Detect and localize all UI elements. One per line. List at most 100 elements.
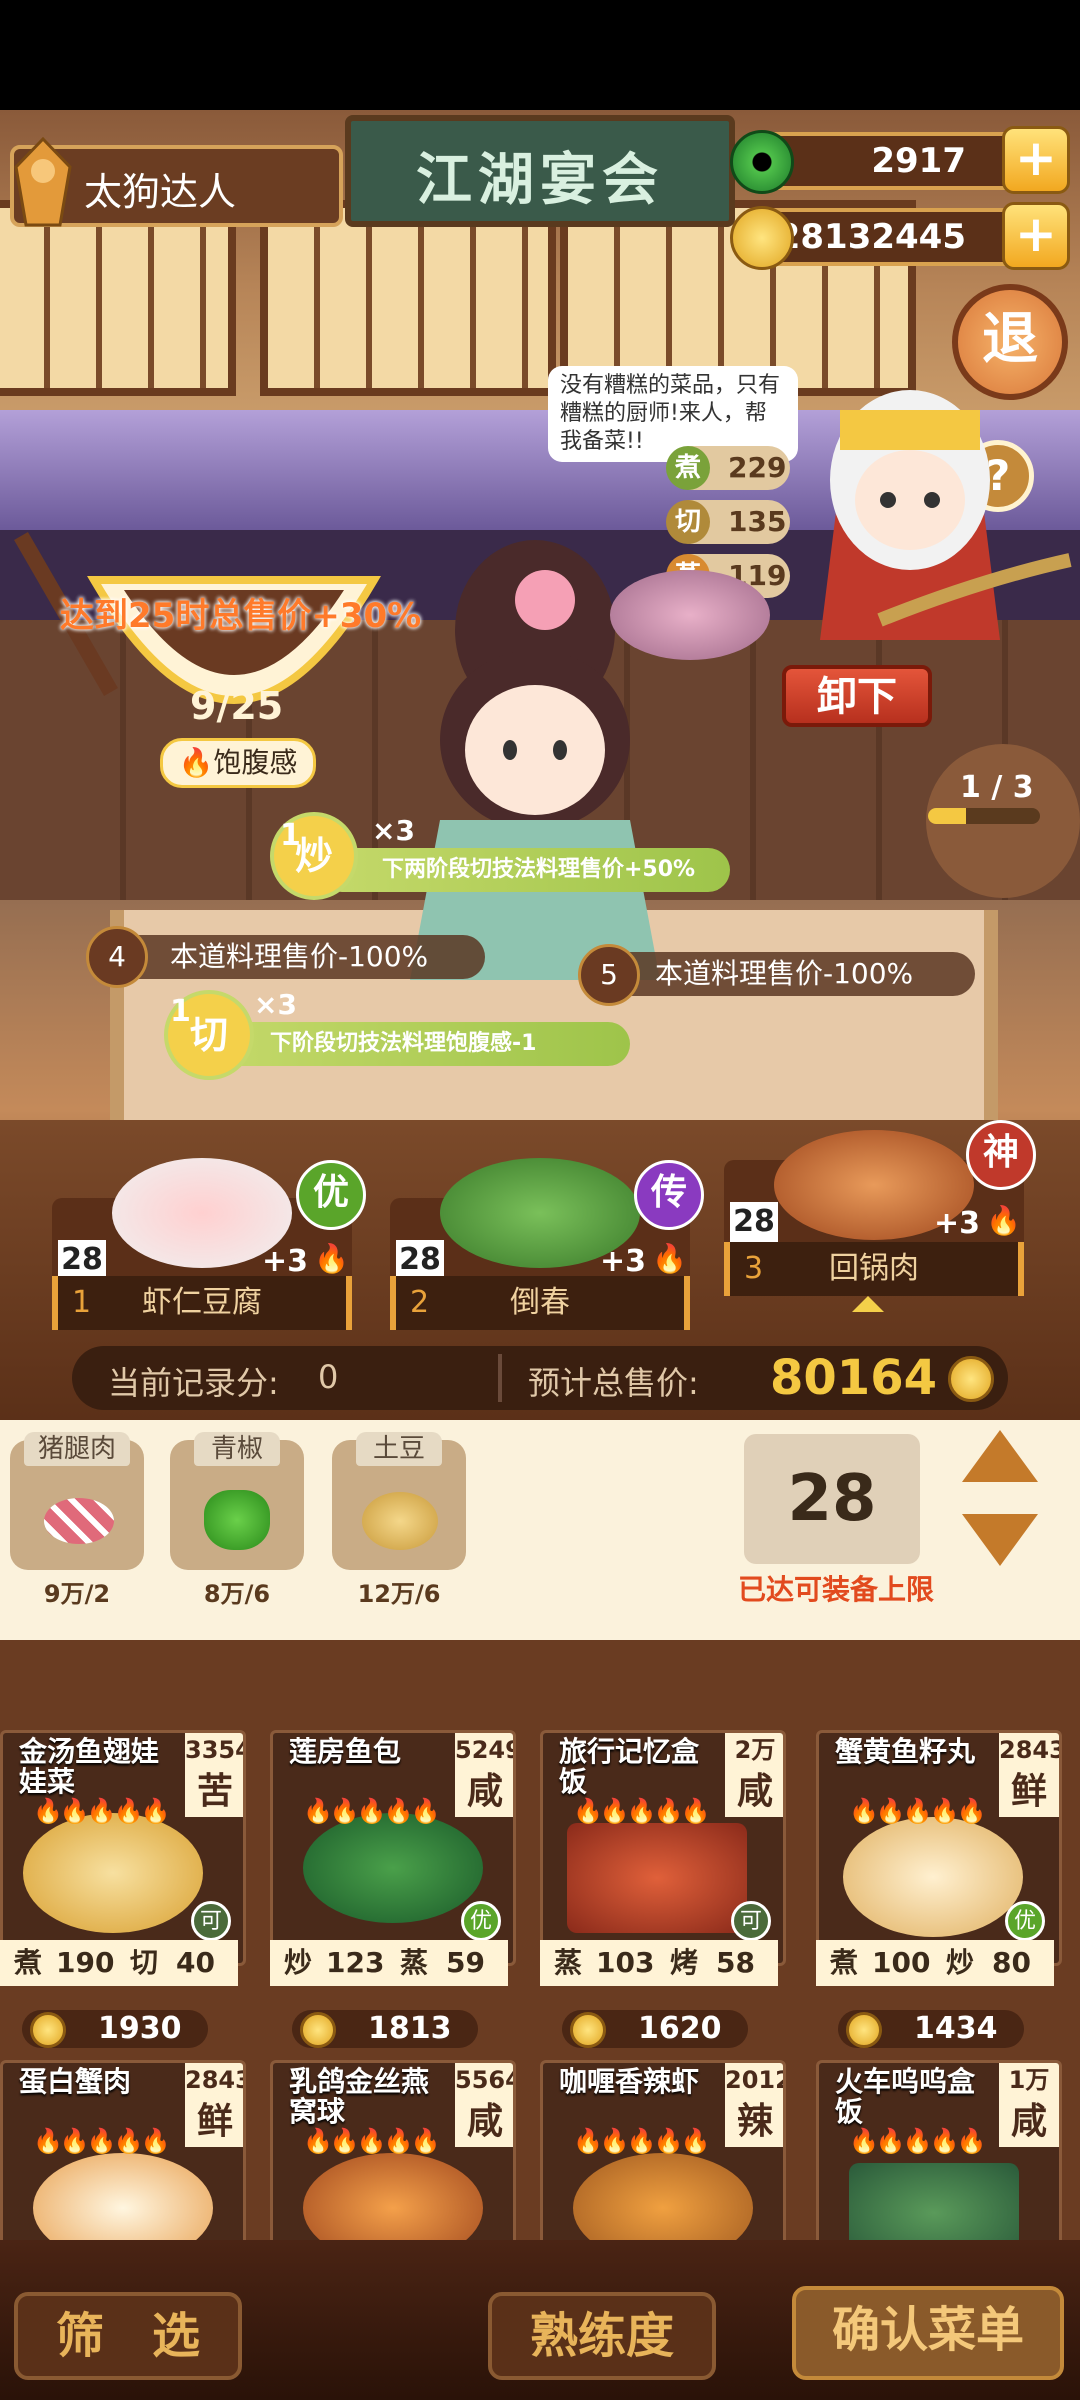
cut-multiplier: ×3 <box>254 988 297 1021</box>
recipe-3-skill1-value: 103 <box>596 1946 655 1979</box>
dish-2-name: 倒春 <box>510 1285 570 1320</box>
recipe-3-skill2: 烤 <box>670 1946 699 1979</box>
window-left <box>0 200 236 396</box>
player-name: 太狗达人 <box>84 170 237 214</box>
total-price-label: 预计总售价: <box>528 1364 699 1402</box>
dish-3-index: 3 <box>744 1251 764 1286</box>
chef-stat-cut-badge: 切 <box>666 500 710 544</box>
ingredient-potato-name: 土豆 <box>356 1432 442 1466</box>
recipe-3-name: 旅行记忆盒饭 <box>559 1735 700 1798</box>
ingredient-green-pepper[interactable]: 青椒 <box>170 1432 304 1570</box>
level-up-arrow-icon[interactable] <box>962 1430 1038 1482</box>
recipe-card-2[interactable]: 莲房鱼包 5249 咸 🔥🔥🔥🔥🔥 优 <box>270 1730 516 1966</box>
recipe-2-taste: 咸 <box>455 1767 513 1817</box>
recipe-2-image <box>303 1813 483 1923</box>
recipe-7-image <box>573 2153 753 2243</box>
effect-cut-buff: 下阶段切技法料理饱腹感-1 <box>210 1022 630 1066</box>
recipe-6-price: 5564 <box>455 2063 513 2097</box>
recipe-card-4[interactable]: 蟹黄鱼籽丸 2843 鲜 🔥🔥🔥🔥🔥 优 <box>816 1730 1062 1966</box>
recipe-card-6[interactable]: 乳鸽金丝燕窝球 5564 咸 🔥🔥🔥🔥🔥 <box>270 2060 516 2246</box>
recipe-5-taste: 鲜 <box>185 2097 243 2147</box>
jade-amount: 2917 <box>871 141 966 181</box>
recipe-card-8[interactable]: 火车呜呜盒饭 1万 咸 🔥🔥🔥🔥🔥 <box>816 2060 1062 2246</box>
recipe-card-5[interactable]: 蛋白蟹肉 2843 鲜 🔥🔥🔥🔥🔥 <box>0 2060 246 2246</box>
recipe-4-sell-value: 1434 <box>914 2011 998 2046</box>
dish-2-bonus: +3 <box>600 1244 647 1279</box>
effect-stir-fry-text: 下两阶段切技法料理售价+50% <box>382 857 696 882</box>
jade-icon <box>730 130 794 194</box>
player-name-panel[interactable]: 太狗达人 <box>10 136 343 227</box>
dish-1-grade: 优 <box>296 1160 366 1230</box>
covered-dish <box>610 570 770 660</box>
stage-progress-fill <box>928 808 967 824</box>
dish-3-bonus: +3 <box>934 1206 981 1241</box>
total-price-coin-icon <box>948 1356 994 1402</box>
banquet-sign: 江湖宴会 <box>345 115 735 227</box>
dish-1-name-bar: 1 虾仁豆腐 <box>52 1276 352 1330</box>
player-avatar-icon <box>8 136 78 227</box>
recipe-1-rating-icon: 🔥🔥🔥🔥🔥 <box>33 1797 170 1825</box>
recipe-8-rating-icon: 🔥🔥🔥🔥🔥 <box>849 2127 986 2155</box>
recipe-3-sell: 1620 <box>562 2010 748 2048</box>
recipe-7-price: 2012 <box>725 2063 783 2097</box>
recipe-4-skill2-value: 80 <box>992 1946 1031 1979</box>
recipe-1-skill1: 煮 <box>14 1946 43 1979</box>
recipe-2-skill2: 蒸 <box>400 1946 429 1979</box>
recipe-3-taste: 咸 <box>725 1767 783 1817</box>
recipe-4-taste: 鲜 <box>999 1767 1059 1817</box>
recipe-3-rating-icon: 🔥🔥🔥🔥🔥 <box>573 1797 710 1825</box>
recipe-4-sell: 1434 <box>838 2010 1024 2048</box>
effect-stage4-text: 本道料理售价-100% <box>170 940 429 973</box>
recipe-3-skills: 蒸 103 烤 58 <box>540 1940 778 1986</box>
dish-2-grade: 传 <box>634 1160 704 1230</box>
ingredient-pork-name: 猪腿肉 <box>24 1432 130 1466</box>
coin-amount: 28132445 <box>776 217 966 257</box>
add-jade-button[interactable]: + <box>1002 126 1070 194</box>
recipe-card-7[interactable]: 咖喱香辣虾 2012 辣 🔥🔥🔥🔥🔥 <box>540 2060 786 2246</box>
ingredient-pork[interactable]: 猪腿肉 <box>10 1432 144 1570</box>
unload-button[interactable]: 卸下 <box>782 665 932 727</box>
stage5-badge: 5 <box>578 944 640 1006</box>
recipe-2-skill2-value: 59 <box>446 1946 485 1979</box>
score-divider <box>498 1354 502 1402</box>
recipe-2-coin-icon <box>300 2012 336 2048</box>
satiety-label-badge: 🔥饱腹感 <box>160 738 316 788</box>
recipe-5-image <box>33 2153 213 2243</box>
recipe-2-skill1-value: 123 <box>326 1946 385 1979</box>
recipe-1-skills: 煮 190 切 40 <box>0 1940 238 1986</box>
dish-2-index: 2 <box>410 1285 430 1320</box>
stir-fry-step: 1 <box>280 818 301 853</box>
ingredient-potato[interactable]: 土豆 <box>332 1432 466 1570</box>
recipe-4-price: 2843 <box>999 1733 1059 1767</box>
recipe-card-3[interactable]: 旅行记忆盒饭 2万 咸 🔥🔥🔥🔥🔥 可 <box>540 1730 786 1966</box>
recipe-5-price: 2843 <box>185 2063 243 2097</box>
recipe-3-price: 2万 <box>725 1733 783 1767</box>
recipe-2-skill1: 炒 <box>284 1946 313 1979</box>
proficiency-button[interactable]: 熟练度 <box>488 2292 716 2380</box>
confirm-menu-button[interactable]: 确认菜单 <box>792 2286 1064 2380</box>
recipe-5-name: 蛋白蟹肉 <box>19 2065 132 2098</box>
recipe-card-1[interactable]: 金汤鱼翅娃娃菜 3354 苦 🔥🔥🔥🔥🔥 可 <box>0 1730 246 1966</box>
recipe-2-tag: 优 <box>461 1901 501 1941</box>
recipe-1-skill2-value: 40 <box>176 1946 215 1979</box>
recipe-4-tag: 优 <box>1005 1901 1045 1941</box>
ingredient-green-pepper-count: 8万/6 <box>203 1580 271 1608</box>
recipe-2-name: 莲房鱼包 <box>289 1735 402 1768</box>
recipe-8-name: 火车呜呜盒饭 <box>835 2065 976 2128</box>
level-down-arrow-icon[interactable] <box>962 1514 1038 1566</box>
add-coin-button[interactable]: + <box>1002 202 1070 270</box>
dish-3-name: 回锅肉 <box>829 1251 919 1286</box>
recipe-7-name: 咖喱香辣虾 <box>559 2065 700 2098</box>
recipe-5-rating-icon: 🔥🔥🔥🔥🔥 <box>33 2127 170 2155</box>
recipe-6-image <box>303 2153 483 2243</box>
chef-character[interactable] <box>780 340 1080 660</box>
level-limit-note: 已达可装备上限 <box>738 1573 935 1606</box>
filter-button[interactable]: 筛 选 <box>14 2292 242 2380</box>
effect-stage5-text: 本道料理售价-100% <box>655 957 914 990</box>
ingredient-green-pepper-name: 青椒 <box>194 1432 280 1466</box>
flame-icon: 🔥 <box>178 746 214 779</box>
dish-2-flame-icon: 🔥 <box>652 1242 687 1275</box>
recipe-3-coin-icon <box>570 2012 606 2048</box>
satiety-label: 饱腹感 <box>213 746 298 779</box>
recipe-1-name: 金汤鱼翅娃娃菜 <box>19 1735 160 1798</box>
